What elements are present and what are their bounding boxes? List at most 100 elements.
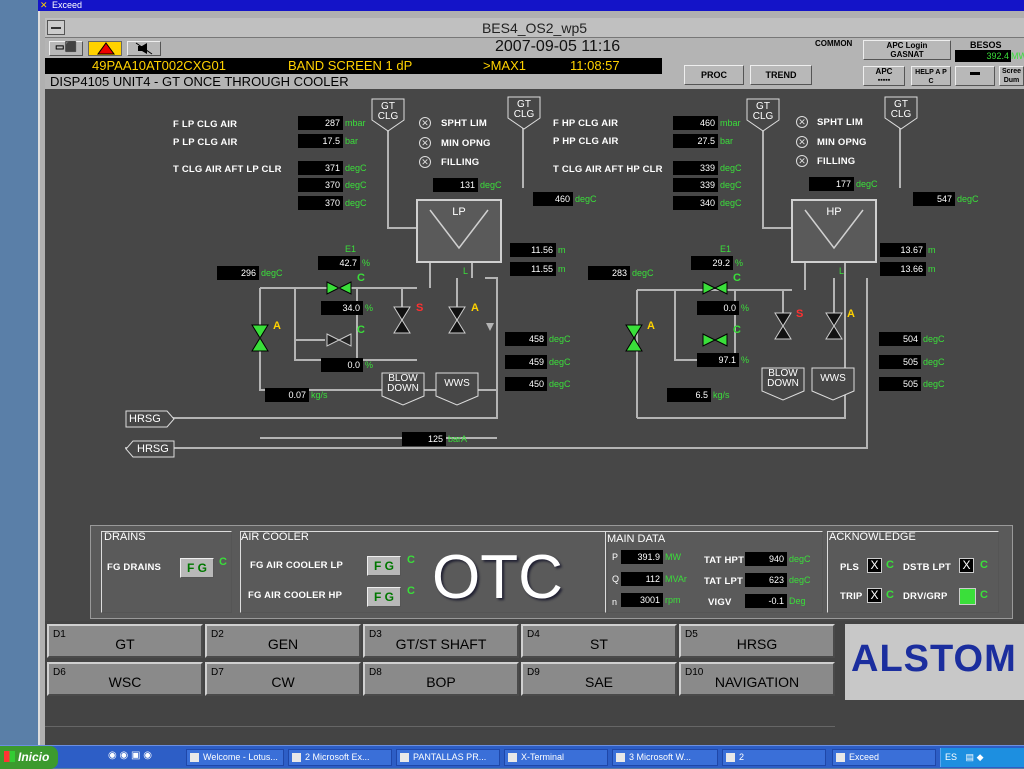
language-indicator[interactable]: ES <box>945 752 957 762</box>
hp-valve-s[interactable] <box>773 311 793 341</box>
hp-out-temp-3-unit: degC <box>923 379 945 389</box>
hp-valve-a2[interactable] <box>824 311 844 341</box>
trip-ack-box[interactable]: X <box>867 588 882 603</box>
hp-valve-c1-value: 0.0 <box>697 301 739 315</box>
hp-temp-value-2: 339 <box>673 178 718 192</box>
nav-d9-sae[interactable]: D9 SAE <box>521 662 677 696</box>
tat-lpt-unit: degC <box>789 575 811 585</box>
divider <box>45 726 835 727</box>
lp-pressure-bara-unit: barA <box>448 434 468 444</box>
tat-hpt-unit: degC <box>789 554 811 564</box>
lp-temp-label: T CLG AIR AFT LP CLR <box>173 164 282 175</box>
hp-valve-c1[interactable] <box>701 280 729 296</box>
task-2[interactable]: 2 <box>722 749 826 766</box>
nav-d3-gt-st-shaft[interactable]: D3 GT/ST SHAFT <box>363 624 519 658</box>
hp-filling-icon: ✕ <box>796 155 808 167</box>
dstb-ack-box[interactable]: X <box>959 558 974 573</box>
fg-lp-button[interactable]: F G <box>367 556 401 576</box>
task-excel[interactable]: 2 Microsoft Ex... <box>288 749 392 766</box>
start-button[interactable]: Inicio <box>0 746 58 769</box>
network-icon[interactable]: ▤ <box>966 752 975 762</box>
fg-drains-button[interactable]: F G <box>180 558 214 578</box>
nav-name: SAE <box>584 674 613 690</box>
lp-valve-a1-letter: A <box>273 320 281 332</box>
media-icon[interactable]: ◉ <box>143 750 152 761</box>
task-exceed[interactable]: Exceed <box>832 749 936 766</box>
nav-d1-gt[interactable]: D1 GT <box>47 624 203 658</box>
fg-hp-button[interactable]: F G <box>367 587 401 607</box>
task-word[interactable]: 3 Microsoft W... <box>612 749 718 766</box>
lp-temp-value-2: 370 <box>298 178 343 192</box>
hp-valve-c2-unit: % <box>741 355 750 365</box>
hp-wws-label: WWS <box>820 373 846 384</box>
nav-d2-gen[interactable]: D2 GEN <box>205 624 361 658</box>
lp-temp-296-unit: degC <box>261 268 283 278</box>
hp-out-temp-1-unit: degC <box>923 334 945 344</box>
nav-d7-cw[interactable]: D7 CW <box>205 662 361 696</box>
drains-title: DRAINS <box>104 531 146 543</box>
ie-icon[interactable]: ◉ <box>108 750 117 761</box>
fg-hp-c: C <box>407 585 415 597</box>
hp-valve-c2[interactable] <box>701 332 729 348</box>
hp-pressure-value: 27.5 <box>673 134 718 148</box>
fg-hp-label: FG AIR COOLER HP <box>248 590 343 601</box>
lp-valve-a2-letter: A <box>471 302 479 314</box>
lp-e1-unit: % <box>362 258 371 268</box>
lp-valve-c2[interactable] <box>325 332 353 348</box>
lp-blowdown-label: BLOW DOWN <box>387 373 419 394</box>
hp-temp-547-unit: degC <box>957 194 979 204</box>
hp-valve-a1[interactable] <box>624 323 644 353</box>
hp-e1-label: E1 <box>720 244 732 254</box>
alstom-logo-box: ALSTOM <box>845 624 1024 700</box>
lp-valve-c1-value: 34.0 <box>321 301 363 315</box>
window-title: BES4_OS2_wp5 <box>45 18 1024 38</box>
task-pantallas[interactable]: PANTALLAS PR... <box>396 749 500 766</box>
nav-d10-navigation[interactable]: D10 NAVIGATION <box>679 662 835 696</box>
hp-out-temp-2-unit: degC <box>923 357 945 367</box>
lp-valve-a2[interactable] <box>447 305 467 335</box>
hp-e1-value: 29.2 <box>691 256 733 270</box>
drv-grp-ack-box[interactable] <box>959 588 976 605</box>
lp-temp-296: 296 <box>217 266 259 280</box>
lp-valve-c2-value: 0.0 <box>321 358 363 372</box>
lp-e1-label: E1 <box>345 244 357 254</box>
trip-label: TRIP <box>840 591 863 602</box>
lp-cooler-title: LP <box>452 206 466 218</box>
hp-blowdown-label: BLOW DOWN <box>767 368 799 389</box>
pls-ack-box[interactable]: X <box>867 558 882 573</box>
lp-level-1: 11.56 <box>510 243 556 257</box>
trip-c: C <box>886 589 894 601</box>
hrsg-1-label: HRSG <box>129 413 161 425</box>
lp-gt-clg-1-label: GT CLG <box>377 101 399 122</box>
volume-icon[interactable]: ◆ <box>977 752 984 762</box>
lp-valve-a1[interactable] <box>250 323 270 353</box>
q-value: 112 <box>621 572 663 586</box>
nav-d5-hrsg[interactable]: D5 HRSG <box>679 624 835 658</box>
lp-out-temp-2-unit: degC <box>549 357 571 367</box>
task-x-terminal[interactable]: X-Terminal <box>504 749 608 766</box>
hp-e1-unit: % <box>735 258 744 268</box>
outlook-icon[interactable]: ◉ <box>120 750 129 761</box>
hp-temp-177-unit: degC <box>856 179 878 189</box>
lp-temp-value-1: 371 <box>298 161 343 175</box>
hp-out-temp-1: 504 <box>879 332 921 346</box>
fg-drains-c: C <box>219 556 227 568</box>
hp-out-temp-3: 505 <box>879 377 921 391</box>
task-lotus[interactable]: Welcome - Lotus... <box>186 749 284 766</box>
hp-level-2-unit: m <box>928 264 936 274</box>
desktop-icon[interactable]: ▣ <box>131 750 140 761</box>
hp-min-opng-label: MIN OPNG <box>817 137 867 148</box>
system-tray: ES ▤ ◆ <box>940 748 1024 767</box>
drv-grp-c: C <box>980 589 988 601</box>
hp-valve-s-letter: S <box>796 308 804 320</box>
nav-d6-wsc[interactable]: D6 WSC <box>47 662 203 696</box>
nav-d4-st[interactable]: D4 ST <box>521 624 677 658</box>
lp-min-opng-icon: ✕ <box>419 137 431 149</box>
lp-flow-kgs-unit: kg/s <box>311 390 328 400</box>
lp-valve-c1[interactable] <box>325 280 353 296</box>
lp-l-label: L <box>463 266 469 276</box>
nav-d8-bop[interactable]: D8 BOP <box>363 662 519 696</box>
system-menu-button[interactable] <box>47 20 65 35</box>
hp-valve-c2-value: 97.1 <box>697 353 739 367</box>
lp-valve-s[interactable] <box>392 305 412 335</box>
